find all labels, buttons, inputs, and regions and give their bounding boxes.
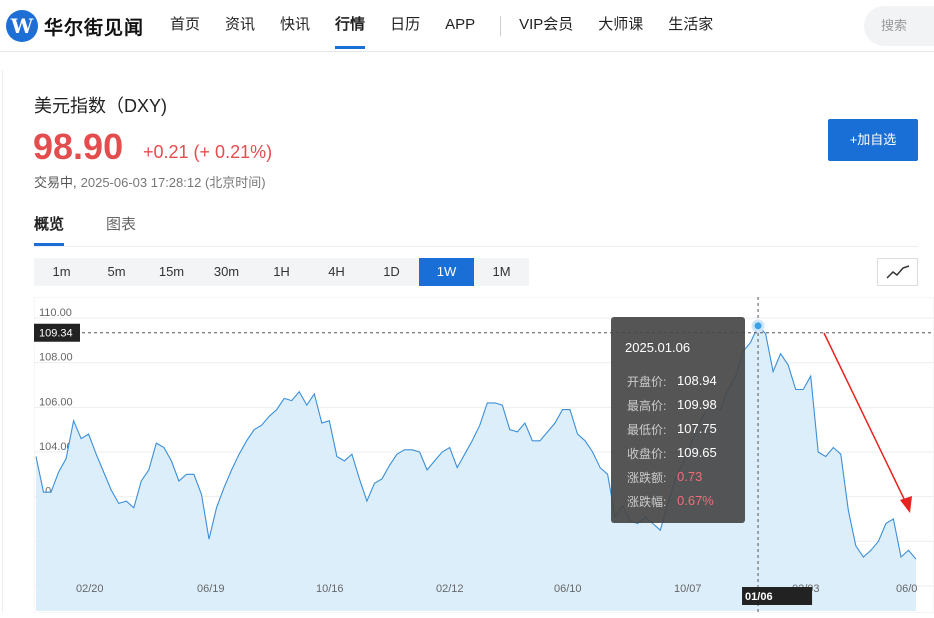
- tooltip-row: 最低价: 107.75: [627, 421, 717, 438]
- tooltip-value: 108.94: [677, 373, 717, 388]
- trading-status: 交易中, 2025-06-03 17:28:12 (北京时间): [34, 172, 266, 191]
- x-tick-label: 06/10: [554, 583, 582, 595]
- add-to-watchlist-button[interactable]: +加自选: [828, 119, 918, 161]
- crosshair-y-label: 109.34: [39, 328, 73, 340]
- tooltip-value: 109.65: [677, 445, 717, 460]
- tooltip-row: 涨跌幅: 0.67%: [627, 493, 714, 510]
- instrument-title: 美元指数（DXY): [34, 96, 168, 116]
- price-change: +0.21 (+ 0.21%): [143, 142, 273, 162]
- nav-masterclass[interactable]: 大师课: [598, 0, 643, 52]
- y-tick-label: 110.00: [39, 307, 72, 319]
- tooltip-label: 收盘价:: [627, 447, 667, 461]
- range-1w[interactable]: 1W: [419, 258, 474, 286]
- timeframe-selector: 1m 5m 15m 30m 1H 4H 1D 1W 1M: [34, 258, 529, 286]
- tooltip-label: 涨跌额:: [627, 471, 667, 485]
- range-1d[interactable]: 1D: [364, 258, 419, 286]
- tab-chart[interactable]: 图表: [106, 213, 136, 246]
- logo-w-icon: W: [6, 10, 38, 42]
- divider: [2, 70, 3, 613]
- tab-overview[interactable]: 概览: [34, 213, 65, 246]
- tooltip-label: 最高价:: [627, 399, 667, 413]
- x-tick-label: 10/16: [316, 583, 344, 595]
- nav-vip[interactable]: VIP会员: [519, 0, 573, 52]
- view-tabs: 概览 图表: [34, 213, 918, 247]
- range-1m[interactable]: 1m: [34, 258, 89, 286]
- x-tick-label: 06/19: [197, 583, 225, 595]
- range-5m[interactable]: 5m: [89, 258, 144, 286]
- chart-canvas: 110.00108.00106.00104.00102.00100.0098.0…: [33, 296, 934, 614]
- brand-logo[interactable]: W 华尔街见闻: [6, 10, 144, 42]
- highlight-point: [751, 319, 765, 333]
- ohlc-tooltip: 2025.01.06 开盘价: 108.94 最高价: 109.98 最低价: 107…: [611, 317, 745, 523]
- y-tick-label: 108.00: [39, 352, 73, 364]
- tooltip-value: 0.67%: [677, 493, 714, 508]
- top-nav: W 华尔街见闻 首页 资讯 快讯 行情 日历 APP VIP会员 大师课 生活家…: [0, 0, 934, 52]
- nav-calendar[interactable]: 日历: [390, 0, 420, 52]
- range-15m[interactable]: 15m: [144, 258, 199, 286]
- nav-home[interactable]: 首页: [170, 0, 200, 52]
- chart-type-button[interactable]: [877, 258, 918, 286]
- tooltip-value: 109.98: [677, 397, 717, 412]
- nav-divider: [500, 16, 502, 36]
- tooltip-value: 107.75: [677, 421, 717, 436]
- x-tick-label: 02/20: [76, 583, 104, 595]
- last-price: 98.90: [33, 126, 124, 167]
- x-tick-label: 06/0: [896, 583, 917, 595]
- tooltip-value: 0.73: [677, 469, 703, 484]
- nav-markets[interactable]: 行情: [335, 0, 366, 52]
- crosshair-x-label: 01/06: [745, 591, 773, 603]
- range-1h[interactable]: 1H: [254, 258, 309, 286]
- quote-timestamp: 2025-06-03 17:28:12 (北京时间): [80, 175, 266, 190]
- range-30m[interactable]: 30m: [199, 258, 254, 286]
- range-4h[interactable]: 4H: [309, 258, 364, 286]
- search-input[interactable]: 搜索: [864, 6, 934, 46]
- status-text: 交易中,: [34, 175, 77, 190]
- range-1mo[interactable]: 1M: [474, 258, 529, 286]
- brand-name: 华尔街见闻: [44, 17, 145, 39]
- x-tick-label: 10/07: [674, 583, 702, 595]
- tooltip-row: 收盘价: 109.65: [627, 445, 717, 462]
- main-nav: 首页 资讯 快讯 行情 日历 APP VIP会员 大师课 生活家: [170, 0, 738, 52]
- tooltip-label: 最低价:: [627, 423, 667, 437]
- nav-lifestyle[interactable]: 生活家: [668, 0, 713, 52]
- nav-app[interactable]: APP: [445, 0, 475, 52]
- x-tick-label: 02/12: [436, 583, 464, 595]
- tooltip-row: 开盘价: 108.94: [627, 373, 717, 390]
- price-chart[interactable]: 110.00108.00106.00104.00102.00100.0098.0…: [33, 296, 934, 614]
- y-tick-label: 106.00: [39, 396, 73, 408]
- nav-news[interactable]: 资讯: [225, 0, 255, 52]
- tooltip-date: 2025.01.06: [625, 340, 691, 355]
- tooltip-label: 涨跌幅:: [627, 495, 667, 509]
- line-chart-icon: [885, 265, 909, 279]
- tooltip-row: 最高价: 109.98: [627, 397, 717, 414]
- nav-flash[interactable]: 快讯: [280, 0, 310, 52]
- tooltip-label: 开盘价:: [627, 375, 667, 389]
- tooltip-row: 涨跌额: 0.73: [627, 469, 702, 486]
